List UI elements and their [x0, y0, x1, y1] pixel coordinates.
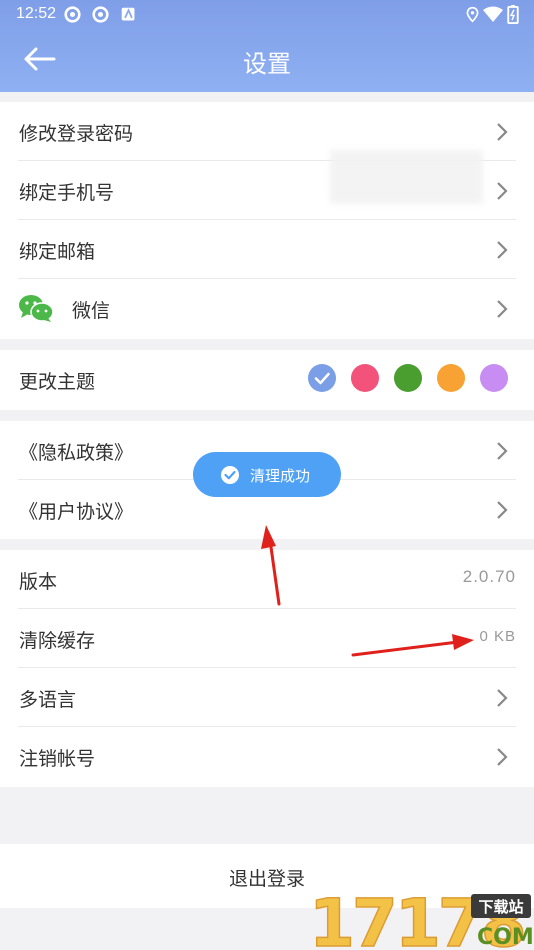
clear-cache-label: 清除缓存 — [19, 630, 96, 652]
wechat-icon — [19, 295, 54, 322]
change-password-label: 修改登录密码 — [19, 123, 134, 145]
version-row: 版本 2.0.70 — [18, 550, 516, 609]
chevron-right-icon — [497, 241, 508, 259]
theme-color-swatch[interactable] — [480, 364, 508, 392]
chevron-right-icon — [497, 501, 508, 519]
status-time: 12:52 — [16, 5, 57, 22]
account-settings-card: 修改登录密码 绑定手机号 绑定邮箱 微信 — [0, 102, 534, 339]
theme-color-swatch[interactable] — [308, 364, 336, 392]
chevron-right-icon — [497, 442, 508, 460]
site-watermark-logo: 17178 下载站 COM — [308, 884, 534, 950]
chevron-right-icon — [497, 689, 508, 707]
bind-phone-label: 绑定手机号 — [19, 182, 115, 204]
chevron-right-icon — [497, 748, 508, 766]
language-row[interactable]: 多语言 — [18, 668, 516, 727]
chevron-right-icon — [497, 300, 508, 318]
wechat-row[interactable]: 微信 — [18, 279, 516, 338]
theme-row: 更改主题 — [18, 350, 516, 409]
theme-label: 更改主题 — [19, 371, 96, 393]
redacted-phone-number — [330, 150, 483, 204]
chevron-right-icon — [497, 123, 508, 141]
delete-account-label: 注销帐号 — [19, 748, 96, 770]
privacy-policy-label: 《隐私政策》 — [19, 442, 134, 464]
sync-icon — [92, 6, 109, 23]
success-toast: 清理成功 — [193, 452, 341, 497]
bind-email-label: 绑定邮箱 — [19, 241, 96, 263]
version-value: 2.0.70 — [462, 567, 516, 586]
check-circle-icon — [221, 466, 239, 484]
bind-email-row[interactable]: 绑定邮箱 — [18, 220, 516, 279]
wifi-icon — [483, 6, 503, 22]
battery-icon — [507, 5, 519, 24]
cache-size-value: 0 KB — [479, 628, 516, 645]
chevron-right-icon — [497, 182, 508, 200]
app-header: 12:52 设置 — [0, 0, 534, 92]
user-agreement-label: 《用户协议》 — [19, 501, 134, 523]
app-settings-card: 版本 2.0.70 清除缓存 0 KB 多语言 注销帐号 — [0, 550, 534, 787]
status-bar: 12:52 — [0, 0, 534, 30]
theme-color-swatch[interactable] — [437, 364, 465, 392]
svg-text:COM: COM — [477, 925, 534, 950]
sync-icon — [64, 6, 81, 23]
check-icon — [314, 372, 330, 385]
language-label: 多语言 — [19, 689, 77, 711]
delete-account-row[interactable]: 注销帐号 — [18, 727, 516, 786]
page-title: 设置 — [243, 50, 291, 78]
toast-text: 清理成功 — [250, 467, 311, 485]
location-icon — [466, 6, 479, 23]
theme-card: 更改主题 — [0, 350, 534, 410]
clear-cache-row[interactable]: 清除缓存 0 KB — [18, 609, 516, 668]
app-notification-icon — [121, 7, 135, 21]
wechat-label: 微信 — [72, 300, 111, 322]
version-label: 版本 — [19, 571, 58, 593]
svg-text:下载站: 下载站 — [478, 898, 523, 916]
theme-color-swatch[interactable] — [394, 364, 422, 392]
theme-color-swatch[interactable] — [351, 364, 379, 392]
